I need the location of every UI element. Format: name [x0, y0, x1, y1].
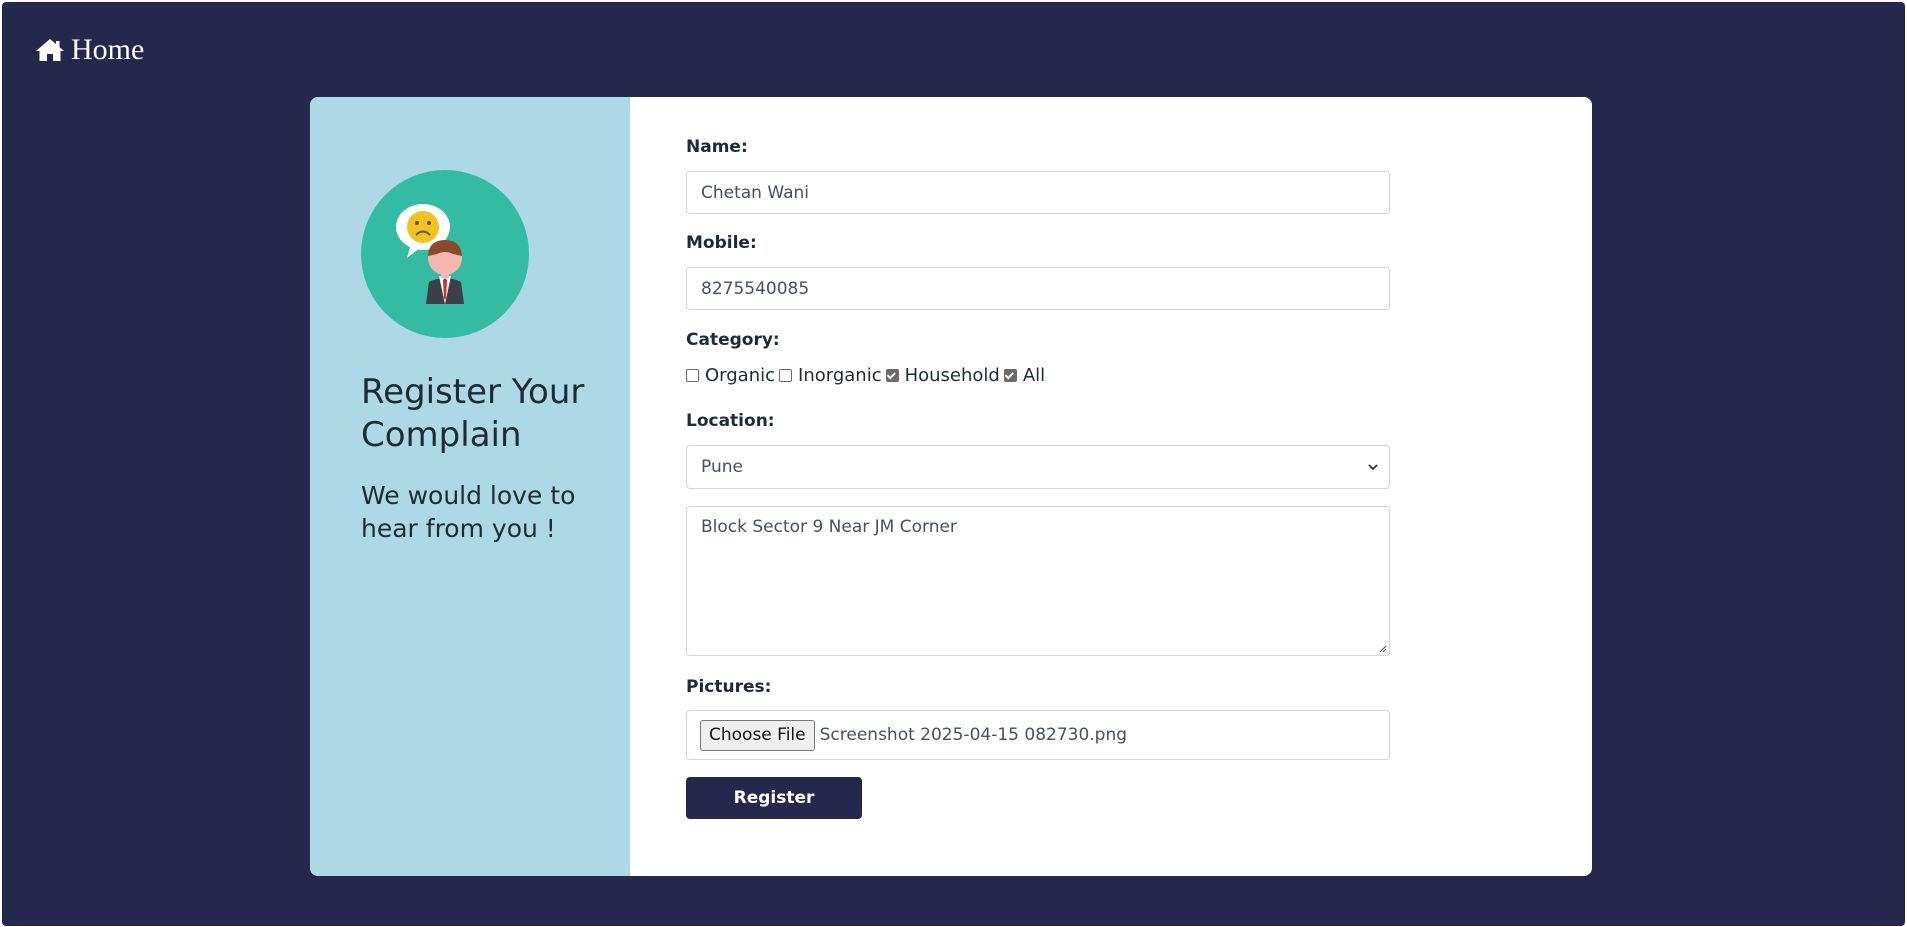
- complaint-avatar-icon: [361, 170, 529, 338]
- intro-panel: Register Your Complain We would love to …: [310, 97, 630, 876]
- chevron-down-icon: [1368, 464, 1378, 471]
- category-inorganic[interactable]: Inorganic: [779, 365, 882, 386]
- category-organic[interactable]: Organic: [686, 365, 775, 386]
- register-button[interactable]: Register: [686, 777, 862, 819]
- complaint-card: Register Your Complain We would love to …: [310, 97, 1592, 876]
- organic-checkbox[interactable]: [686, 369, 699, 382]
- category-household[interactable]: Household: [885, 365, 1000, 386]
- household-label: Household: [904, 365, 1000, 386]
- page-subtitle: We would love to hear from you !: [361, 481, 576, 543]
- selected-file-name: Screenshot 2025-04-15 082730.png: [819, 725, 1128, 745]
- name-label: Name:: [686, 137, 748, 157]
- mobile-input[interactable]: [686, 267, 1390, 310]
- home-link[interactable]: Home: [35, 33, 144, 67]
- inorganic-checkbox[interactable]: [779, 369, 793, 382]
- household-checkbox[interactable]: [885, 369, 899, 382]
- pictures-file-input[interactable]: Choose File Screenshot 2025-04-15 082730…: [686, 710, 1390, 760]
- pictures-label: Pictures:: [686, 677, 772, 697]
- choose-file-button[interactable]: Choose File: [700, 719, 815, 751]
- home-label[interactable]: Home: [71, 33, 144, 67]
- all-checkbox[interactable]: [1003, 369, 1017, 382]
- category-all[interactable]: All: [1003, 365, 1046, 386]
- location-select[interactable]: Pune: [686, 445, 1390, 489]
- address-text: Block Sector 9 Near JM Corner: [701, 517, 957, 537]
- resize-handle-icon[interactable]: [1377, 643, 1387, 653]
- all-label: All: [1022, 365, 1046, 386]
- complaint-form: Name: Mobile: Category: Organic Inorgani…: [630, 97, 1592, 876]
- mobile-label: Mobile:: [686, 233, 757, 253]
- location-label: Location:: [686, 411, 775, 431]
- category-label: Category:: [686, 330, 780, 350]
- home-icon: [36, 39, 64, 61]
- address-textarea[interactable]: Block Sector 9 Near JM Corner: [686, 506, 1390, 656]
- location-selected-value: Pune: [701, 457, 743, 477]
- inorganic-label: Inorganic: [798, 365, 882, 386]
- name-input[interactable]: [686, 171, 1390, 214]
- category-checkbox-group: Organic Inorganic Household All: [686, 365, 1049, 386]
- organic-label: Organic: [705, 365, 776, 386]
- page-title: Register Your Complain: [361, 372, 585, 455]
